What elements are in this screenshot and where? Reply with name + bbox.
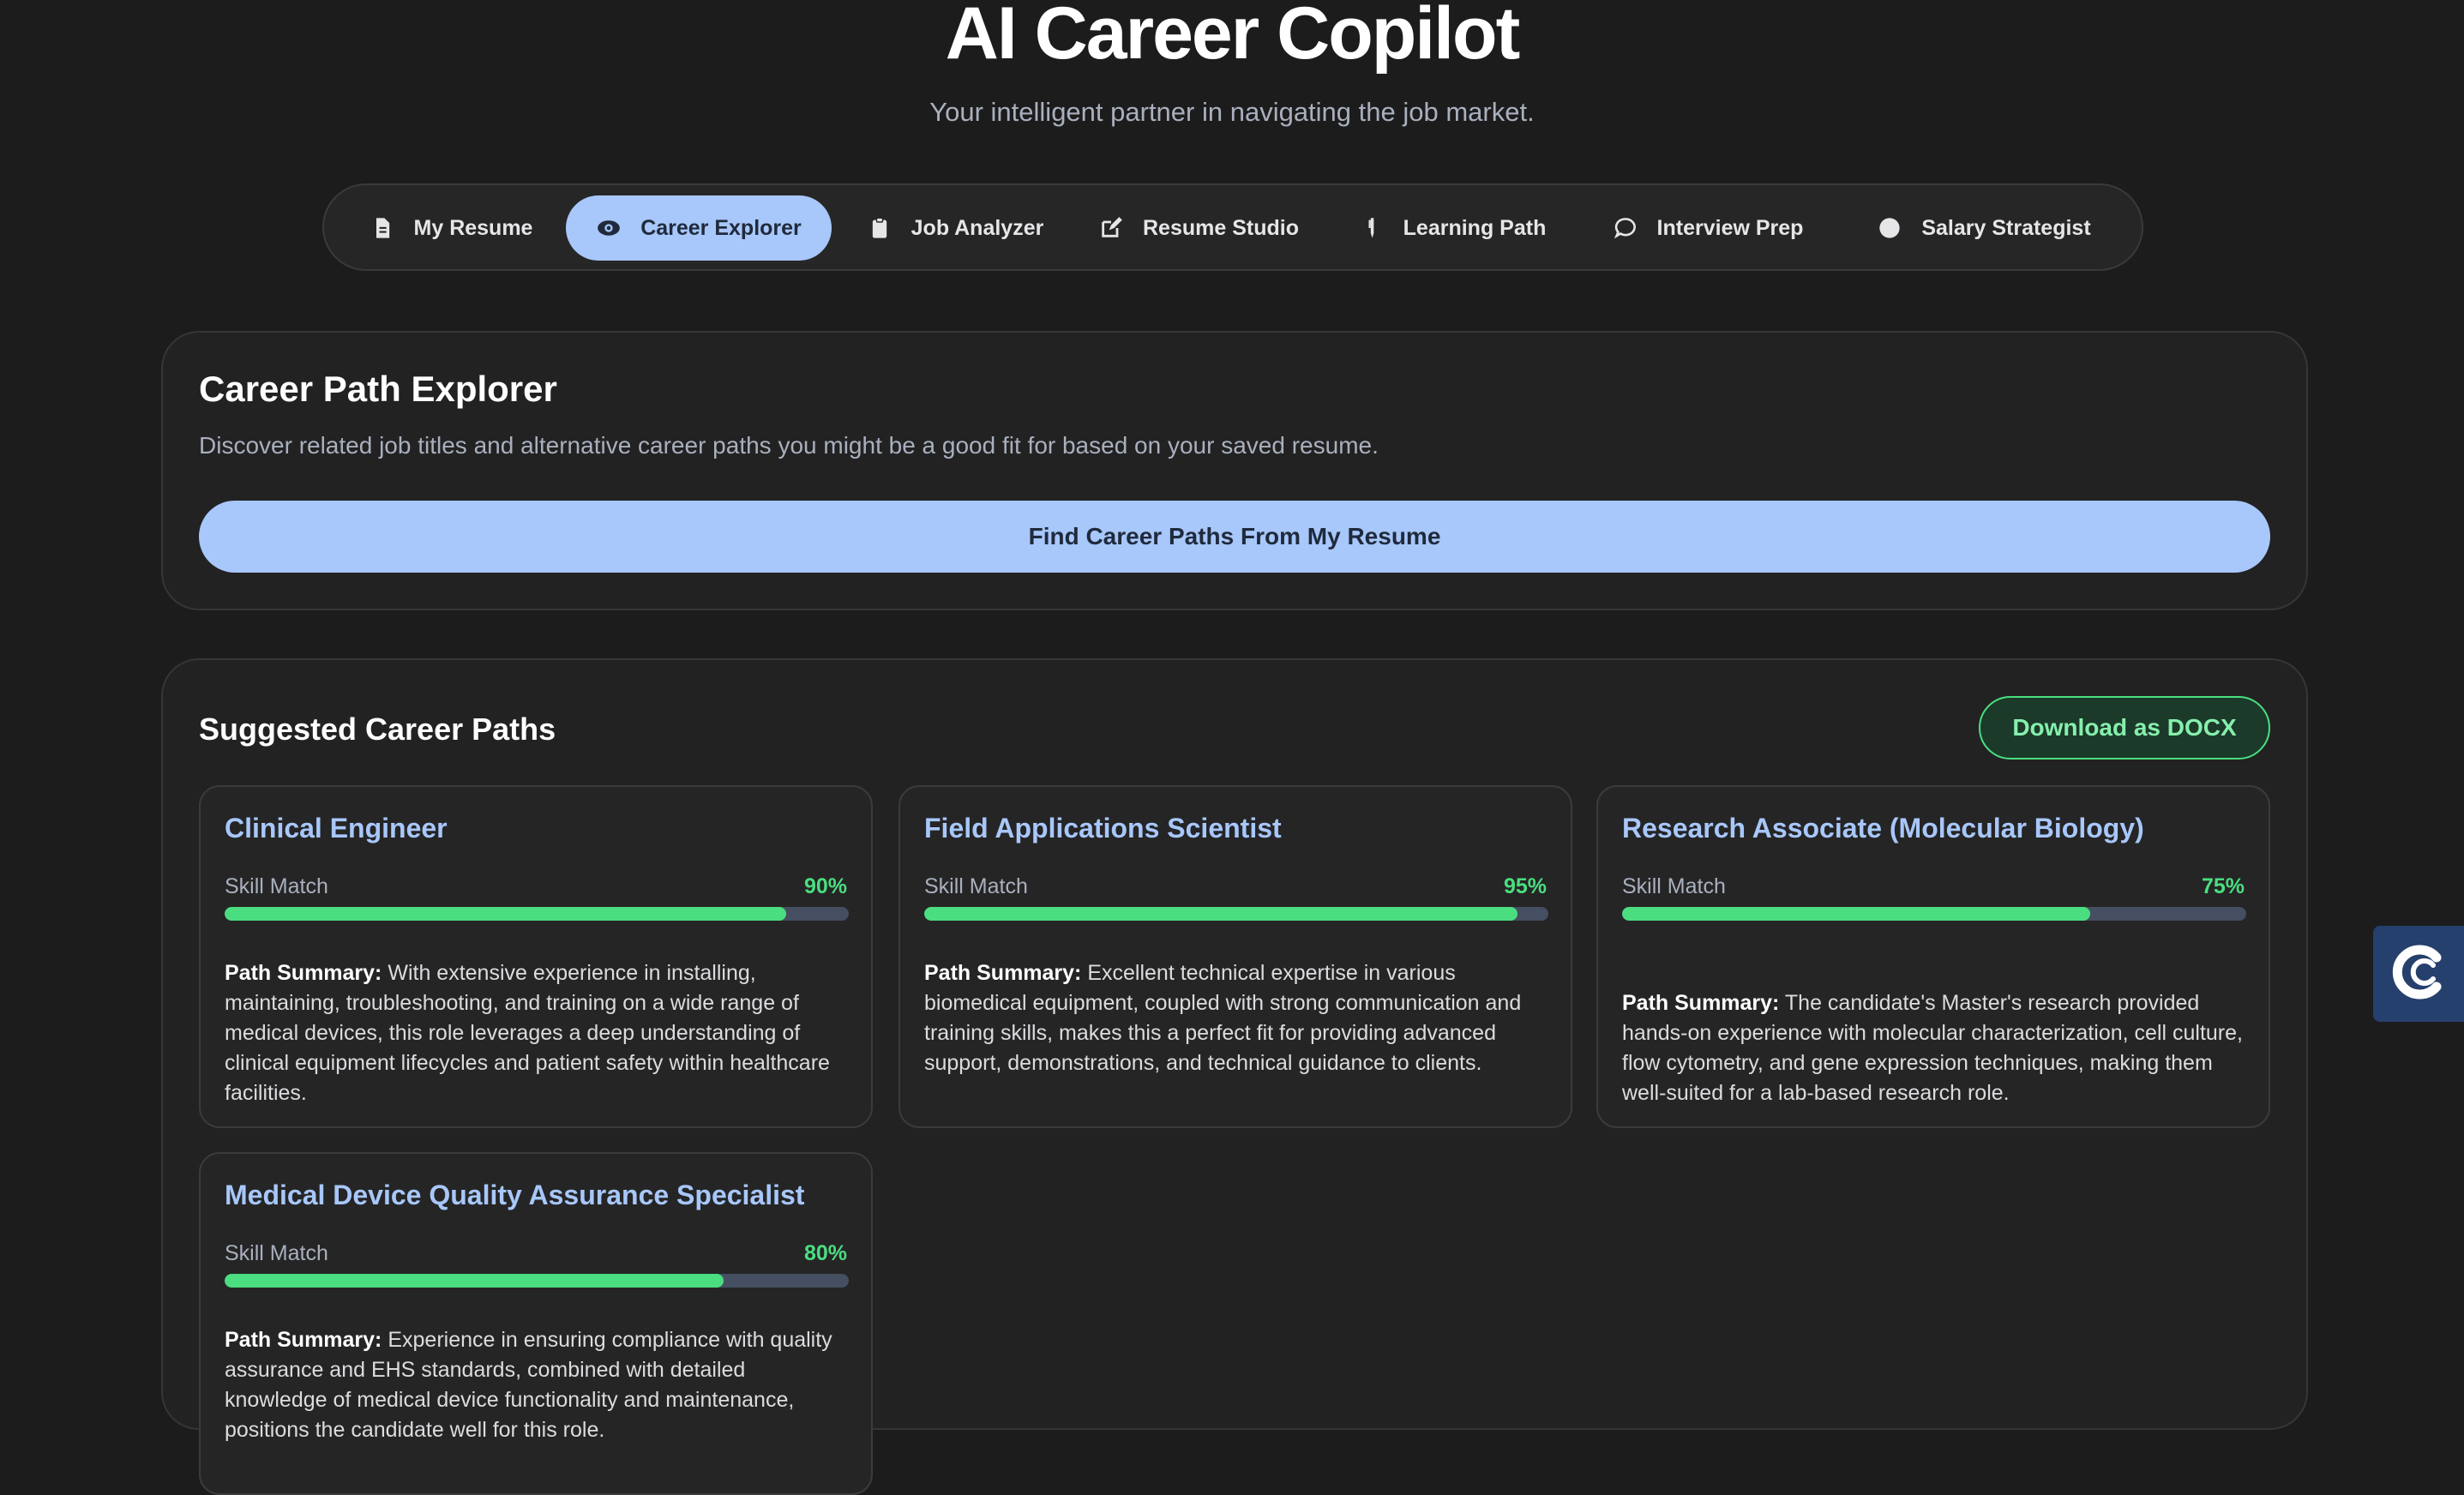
career-path-card: Field Applications Scientist Skill Match… xyxy=(898,785,1572,1128)
skill-match-percent: 95% xyxy=(1503,874,1547,898)
dot-icon xyxy=(1877,215,1902,241)
skill-match-bar xyxy=(225,1274,849,1288)
skill-match-bar xyxy=(1622,907,2246,921)
tab-job-analyzer[interactable]: Job Analyzer xyxy=(849,195,1061,261)
section-title: Career Path Explorer xyxy=(199,369,557,409)
tab-label: Salary Strategist xyxy=(1921,215,2091,240)
career-path-title: Medical Device Quality Assurance Special… xyxy=(225,1180,805,1210)
skill-match-label: Skill Match xyxy=(225,1241,328,1265)
skill-match-label: Skill Match xyxy=(924,874,1028,898)
download-docx-button[interactable]: Download as DOCX xyxy=(1979,696,2270,760)
skill-match-fill xyxy=(225,1274,724,1288)
tab-label: Interview Prep xyxy=(1656,215,1804,240)
section-title: Suggested Career Paths xyxy=(199,711,556,747)
path-summary: Path Summary: Experience in ensuring com… xyxy=(225,1325,849,1445)
tab-label: Career Explorer xyxy=(640,215,802,240)
eye-icon xyxy=(596,215,622,241)
career-path-card: Medical Device Quality Assurance Special… xyxy=(199,1152,873,1495)
path-summary-label: Path Summary: xyxy=(225,961,382,985)
tab-label: Learning Path xyxy=(1403,215,1547,240)
skill-match-label: Skill Match xyxy=(225,874,328,898)
career-path-card: Research Associate (Molecular Biology) S… xyxy=(1596,785,2270,1128)
section-description: Discover related job titles and alternat… xyxy=(199,432,1379,459)
skill-match-bar xyxy=(924,907,1548,921)
pencil-icon xyxy=(1359,215,1385,241)
suggested-career-paths-card: Suggested Career Paths Download as DOCX … xyxy=(161,658,2308,1495)
path-summary: Path Summary: With extensive experience … xyxy=(225,958,849,1108)
tab-salary-strategist[interactable]: Salary Strategist xyxy=(1847,195,2121,261)
path-summary: Path Summary: Excellent technical expert… xyxy=(924,958,1548,1078)
path-summary: Path Summary: The candidate's Master's r… xyxy=(1622,988,2246,1108)
path-summary-label: Path Summary: xyxy=(1622,991,1780,1015)
chat-widget-icon xyxy=(2389,942,2449,1006)
find-career-paths-button[interactable]: Find Career Paths From My Resume xyxy=(199,501,2270,573)
path-summary-label: Path Summary: xyxy=(924,961,1082,985)
chat-bubble-icon xyxy=(1613,215,1638,241)
skill-match-fill xyxy=(225,907,787,921)
app-subtitle: Your intelligent partner in navigating t… xyxy=(929,97,1535,127)
skill-match-percent: 80% xyxy=(803,1241,847,1265)
tab-career-explorer[interactable]: Career Explorer xyxy=(566,195,832,261)
skill-match-percent: 75% xyxy=(2201,874,2245,898)
chat-widget-button[interactable] xyxy=(2373,926,2464,1022)
clipboard-icon xyxy=(867,215,892,241)
app-title: AI Career Copilot xyxy=(945,0,1520,75)
skill-match-fill xyxy=(924,907,1517,921)
path-summary-label: Path Summary: xyxy=(225,1328,382,1352)
career-path-title: Research Associate (Molecular Biology) xyxy=(1622,813,2144,844)
tab-interview-prep[interactable]: Interview Prep xyxy=(1586,195,1830,261)
tab-label: My Resume xyxy=(413,215,533,240)
career-path-card: Clinical Engineer Skill Match 90% Path S… xyxy=(199,785,873,1128)
document-icon xyxy=(370,215,395,241)
tab-resume-studio[interactable]: Resume Studio xyxy=(1079,195,1319,261)
tab-learning-path[interactable]: Learning Path xyxy=(1334,195,1571,261)
skill-match-percent: 90% xyxy=(803,874,847,898)
tab-my-resume[interactable]: My Resume xyxy=(357,195,545,261)
career-path-title: Field Applications Scientist xyxy=(924,813,1282,844)
career-path-explorer-card: Career Path Explorer Discover related jo… xyxy=(161,331,2308,610)
tab-label: Resume Studio xyxy=(1143,215,1299,240)
career-path-title: Clinical Engineer xyxy=(225,813,448,844)
skill-match-fill xyxy=(1622,907,2090,921)
skill-match-bar xyxy=(225,907,849,921)
edit-icon xyxy=(1098,215,1124,241)
skill-match-label: Skill Match xyxy=(1622,874,1726,898)
main-nav: My Resume Career Explorer Job Analyzer R… xyxy=(322,183,2143,271)
tab-label: Job Analyzer xyxy=(910,215,1044,240)
